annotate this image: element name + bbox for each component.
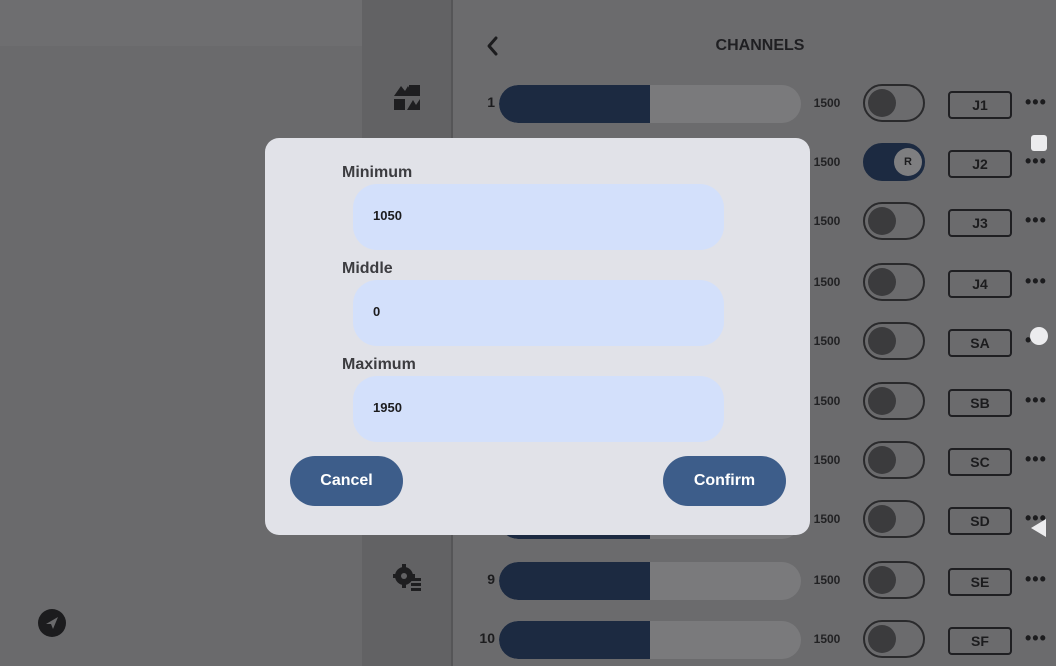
more-options-button[interactable]: ••• <box>1025 151 1056 171</box>
middle-value: 0 <box>373 304 381 319</box>
channel-row: 10 1500 SF ••• <box>453 618 1056 662</box>
channel-source-chip[interactable]: J3 <box>948 209 1012 237</box>
middle-label: Middle <box>342 260 393 277</box>
more-options-button[interactable]: ••• <box>1025 390 1056 410</box>
toggle-knob <box>868 327 896 355</box>
channel-number: 1 <box>487 94 495 110</box>
chevron-left-icon <box>487 36 498 56</box>
toggle-knob <box>868 89 896 117</box>
channel-value: 1500 <box>813 96 841 110</box>
channel-row: 1 1500 J1 ••• <box>453 82 1056 126</box>
settings-list-icon[interactable] <box>392 562 422 592</box>
paper-plane-icon <box>46 617 58 629</box>
maximum-value: 1950 <box>373 400 402 415</box>
channel-value: 1500 <box>813 453 841 467</box>
maximum-label: Maximum <box>342 356 416 373</box>
more-options-button[interactable]: ••• <box>1025 449 1056 469</box>
more-options-button[interactable]: ••• <box>1025 92 1056 112</box>
channel-value: 1500 <box>813 214 841 228</box>
more-options-button[interactable]: ••• <box>1025 569 1056 589</box>
toggle-knob <box>868 207 896 235</box>
toggle-knob <box>868 446 896 474</box>
toggle-knob <box>868 387 896 415</box>
toggle-knob <box>868 566 896 594</box>
reverse-toggle[interactable] <box>863 441 925 479</box>
minimum-value: 1050 <box>373 208 402 223</box>
image-swap-icon[interactable] <box>392 82 422 112</box>
channel-number: 10 <box>479 630 495 646</box>
channel-value: 1500 <box>813 512 841 526</box>
reverse-toggle[interactable] <box>863 84 925 122</box>
channel-value: 1500 <box>813 632 841 646</box>
reverse-toggle[interactable]: R <box>863 143 925 181</box>
back-button[interactable] <box>483 34 503 58</box>
reverse-toggle[interactable] <box>863 620 925 658</box>
channel-source-chip[interactable]: SA <box>948 329 1012 357</box>
channel-range-dialog: Minimum 1050 Middle 0 Maximum 1950 Cance… <box>265 138 810 535</box>
channel-source-chip[interactable]: SF <box>948 627 1012 655</box>
square-recents-icon[interactable] <box>1031 135 1047 151</box>
more-options-button[interactable]: ••• <box>1025 628 1056 648</box>
minimum-field[interactable]: 1050 <box>353 184 724 250</box>
middle-field[interactable]: 0 <box>353 280 724 346</box>
channel-bar-fill <box>499 621 650 659</box>
toggle-knob: R <box>894 148 922 176</box>
toggle-knob <box>868 625 896 653</box>
channel-value: 1500 <box>813 155 841 169</box>
channel-bar[interactable] <box>499 562 801 600</box>
channel-row: 9 1500 SE ••• <box>453 559 1056 603</box>
reverse-toggle[interactable] <box>863 500 925 538</box>
reverse-toggle[interactable] <box>863 322 925 360</box>
channel-number: 9 <box>487 571 495 587</box>
channel-source-chip[interactable]: J1 <box>948 91 1012 119</box>
channel-source-chip[interactable]: SD <box>948 507 1012 535</box>
reverse-toggle[interactable] <box>863 202 925 240</box>
channel-source-chip[interactable]: SC <box>948 448 1012 476</box>
toggle-knob <box>868 505 896 533</box>
minimum-label: Minimum <box>342 164 413 181</box>
channel-value: 1500 <box>813 334 841 348</box>
reverse-toggle[interactable] <box>863 263 925 301</box>
reverse-toggle[interactable] <box>863 561 925 599</box>
maximum-field[interactable]: 1950 <box>353 376 724 442</box>
reverse-toggle[interactable] <box>863 382 925 420</box>
channel-source-chip[interactable]: SB <box>948 389 1012 417</box>
confirm-button[interactable]: Confirm <box>663 456 786 506</box>
channel-source-chip[interactable]: J2 <box>948 150 1012 178</box>
channel-bar[interactable] <box>499 621 801 659</box>
channel-value: 1500 <box>813 394 841 408</box>
more-options-button[interactable]: ••• <box>1025 271 1056 291</box>
channel-bar-fill <box>499 562 650 600</box>
triangle-back-icon[interactable] <box>1028 517 1048 539</box>
channel-value: 1500 <box>813 573 841 587</box>
channel-bar-fill <box>499 85 650 123</box>
more-options-button[interactable]: ••• <box>1025 210 1056 230</box>
left-panel-header <box>0 0 362 46</box>
send-fab[interactable] <box>38 609 66 637</box>
channel-value: 1500 <box>813 275 841 289</box>
toggle-knob <box>868 268 896 296</box>
page-title: CHANNELS <box>715 37 805 54</box>
channel-source-chip[interactable]: J4 <box>948 270 1012 298</box>
channel-source-chip[interactable]: SE <box>948 568 1012 596</box>
cancel-button[interactable]: Cancel <box>290 456 403 506</box>
channel-bar[interactable] <box>499 85 801 123</box>
circle-home-icon[interactable] <box>1030 327 1048 345</box>
